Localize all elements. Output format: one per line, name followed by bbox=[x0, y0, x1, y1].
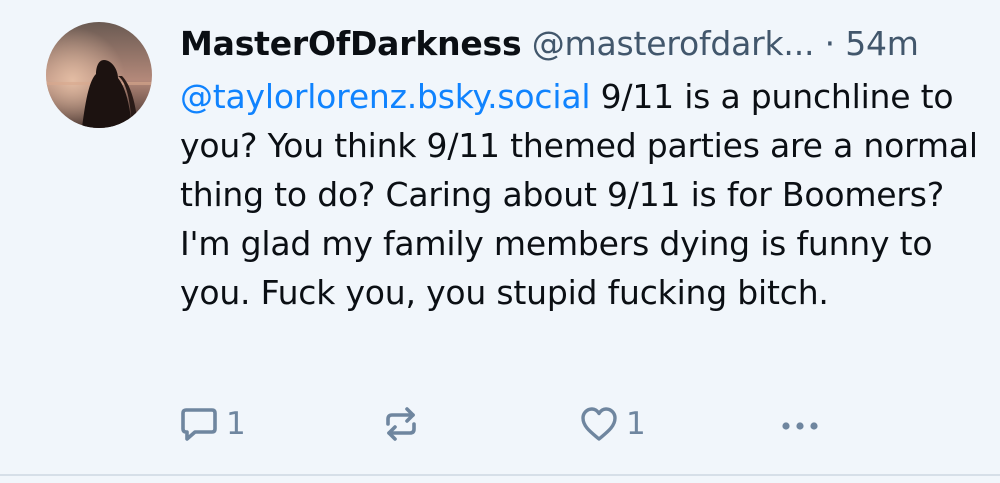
post-header: MasterOfDarkness @masterofdark... · 54m bbox=[180, 24, 980, 64]
post-divider bbox=[0, 474, 1000, 476]
post-timestamp[interactable]: 54m bbox=[845, 24, 919, 63]
author-display-name[interactable]: MasterOfDarkness bbox=[180, 24, 522, 63]
avatar-image bbox=[46, 22, 152, 128]
post-content: MasterOfDarkness @masterofdark... · 54m … bbox=[180, 24, 980, 317]
reply-icon bbox=[181, 408, 217, 441]
avatar[interactable] bbox=[46, 22, 152, 128]
mention-link[interactable]: @taylorlorenz.bsky.social bbox=[180, 77, 591, 116]
repost-button[interactable] bbox=[380, 402, 422, 446]
post-text: @taylorlorenz.bsky.social 9/11 is a punc… bbox=[180, 72, 980, 317]
post[interactable]: MasterOfDarkness @masterofdark... · 54m … bbox=[0, 0, 1000, 474]
heart-icon bbox=[581, 407, 617, 441]
reply-count: 1 bbox=[226, 406, 246, 442]
author-handle[interactable]: @masterofdark... bbox=[532, 24, 815, 63]
reply-button[interactable]: 1 bbox=[178, 402, 246, 446]
like-button[interactable]: 1 bbox=[578, 402, 646, 446]
repost-icon bbox=[386, 407, 416, 441]
like-count: 1 bbox=[626, 406, 646, 442]
post-actions: 1 1 bbox=[178, 402, 878, 446]
more-options-button[interactable] bbox=[776, 402, 824, 446]
header-separator: · bbox=[824, 24, 836, 63]
more-icon bbox=[782, 422, 818, 430]
